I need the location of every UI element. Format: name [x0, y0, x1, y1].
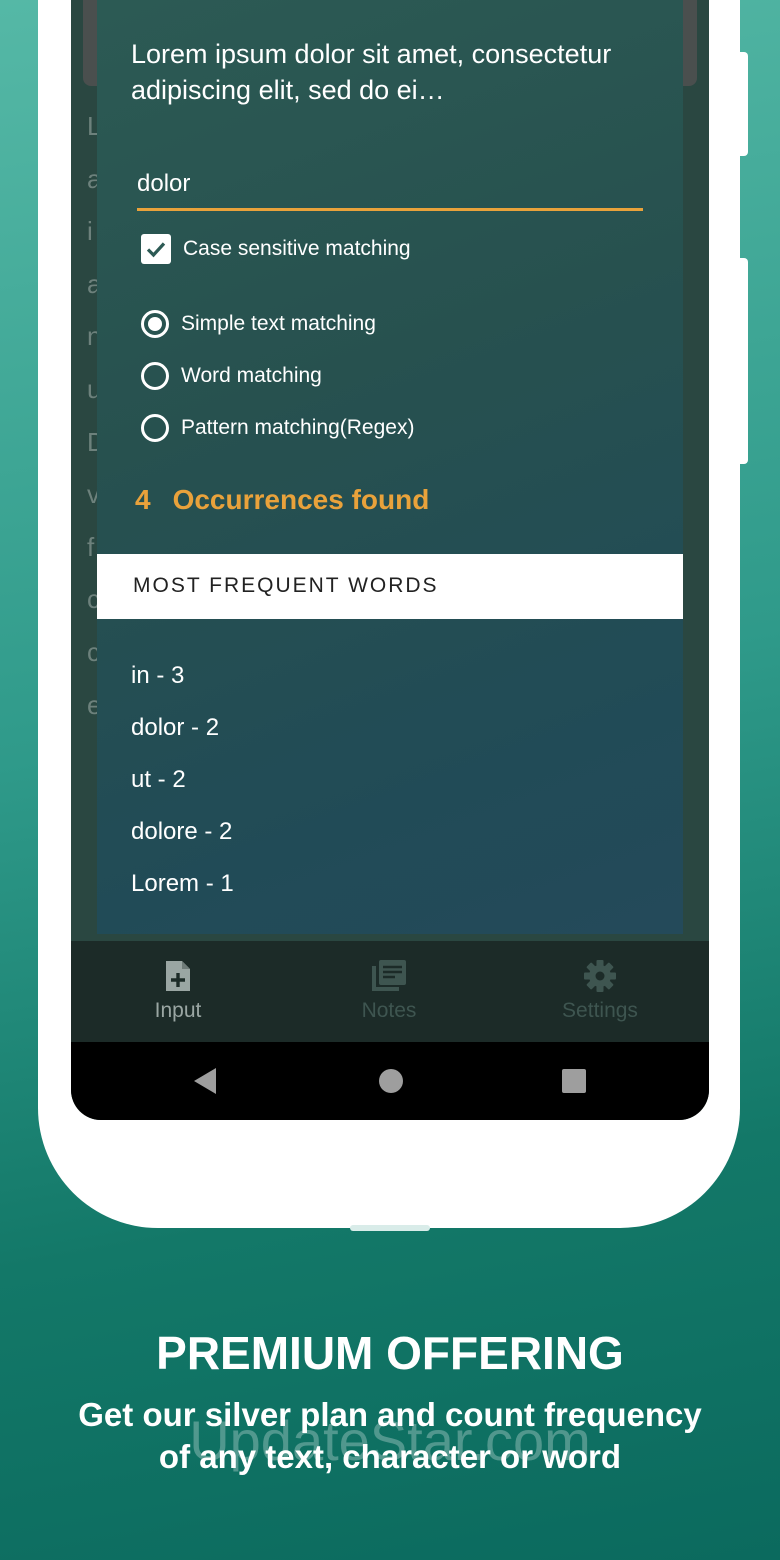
- nav-input[interactable]: Input: [98, 959, 258, 1023]
- radio-label: Pattern matching(Regex): [181, 416, 415, 439]
- list-item: dolore - 2: [131, 818, 233, 845]
- list-item: in - 3: [131, 662, 185, 689]
- system-navigation-bar: [71, 1042, 709, 1120]
- case-sensitive-checkbox[interactable]: [141, 234, 171, 264]
- case-sensitive-label: Case sensitive matching: [183, 237, 411, 260]
- nav-settings-label: Settings: [562, 999, 638, 1022]
- radio-dot: [148, 317, 162, 331]
- phone-bottom-notch: [350, 1225, 430, 1231]
- phone-side-button-top: [740, 52, 748, 156]
- occurrences-count: 4: [135, 484, 151, 515]
- list-item: Lorem - 1: [131, 870, 234, 897]
- promo-title: PREMIUM OFFERING: [156, 1327, 624, 1379]
- occurrences-result: 4 Occurrences found: [135, 484, 429, 516]
- phone-side-button-volume: [740, 258, 748, 464]
- list-item: ut - 2: [131, 766, 186, 793]
- note-add-icon: [166, 961, 190, 991]
- nav-settings[interactable]: Settings: [520, 959, 680, 1023]
- radio-label: Simple text matching: [181, 312, 376, 335]
- frequent-words-list: in - 3 dolor - 2 ut - 2 dolore - 2 Lorem…: [131, 650, 234, 910]
- checkmark-icon: [146, 242, 166, 258]
- radio-button[interactable]: [141, 362, 169, 390]
- most-frequent-header: MOST FREQUENT WORDS: [97, 554, 683, 619]
- radio-regex[interactable]: Pattern matching(Regex): [141, 414, 414, 442]
- notes-list-icon: [372, 960, 406, 991]
- nav-notes-label: Notes: [361, 999, 417, 1022]
- promo-subtitle-line: Get our silver plan and count frequency: [78, 1396, 702, 1433]
- promo-subtitle: Get our silver plan and count frequency …: [30, 1394, 750, 1478]
- occurrences-label: Occurrences found: [172, 484, 430, 515]
- nav-input-label: Input: [154, 999, 202, 1022]
- radio-word[interactable]: Word matching: [141, 362, 322, 390]
- radio-button-selected[interactable]: [141, 310, 169, 338]
- recents-square-icon[interactable]: [560, 1066, 588, 1096]
- promo-subtitle-line: of any text, character or word: [158, 1438, 622, 1475]
- radio-label: Word matching: [181, 364, 322, 387]
- nav-notes[interactable]: Notes: [309, 959, 469, 1023]
- case-sensitive-option[interactable]: Case sensitive matching: [141, 234, 411, 264]
- most-frequent-title: MOST FREQUENT WORDS: [133, 574, 439, 597]
- search-input[interactable]: [137, 160, 643, 211]
- app-screen: L a i a n u D v f c c e o Lorem ipsum do…: [71, 0, 709, 1120]
- text-preview: Lorem ipsum dolor sit amet, consectetur …: [131, 39, 612, 105]
- list-item: dolor - 2: [131, 714, 220, 741]
- radio-button[interactable]: [141, 414, 169, 442]
- bottom-navigation: Input Notes Settings: [71, 941, 709, 1042]
- back-triangle-icon[interactable]: [191, 1066, 219, 1096]
- home-circle-icon[interactable]: [377, 1066, 405, 1096]
- frequency-dialog: Lorem ipsum dolor sit amet, consectetur …: [97, 0, 683, 934]
- radio-simple-text[interactable]: Simple text matching: [141, 310, 376, 338]
- gear-icon: [584, 960, 616, 992]
